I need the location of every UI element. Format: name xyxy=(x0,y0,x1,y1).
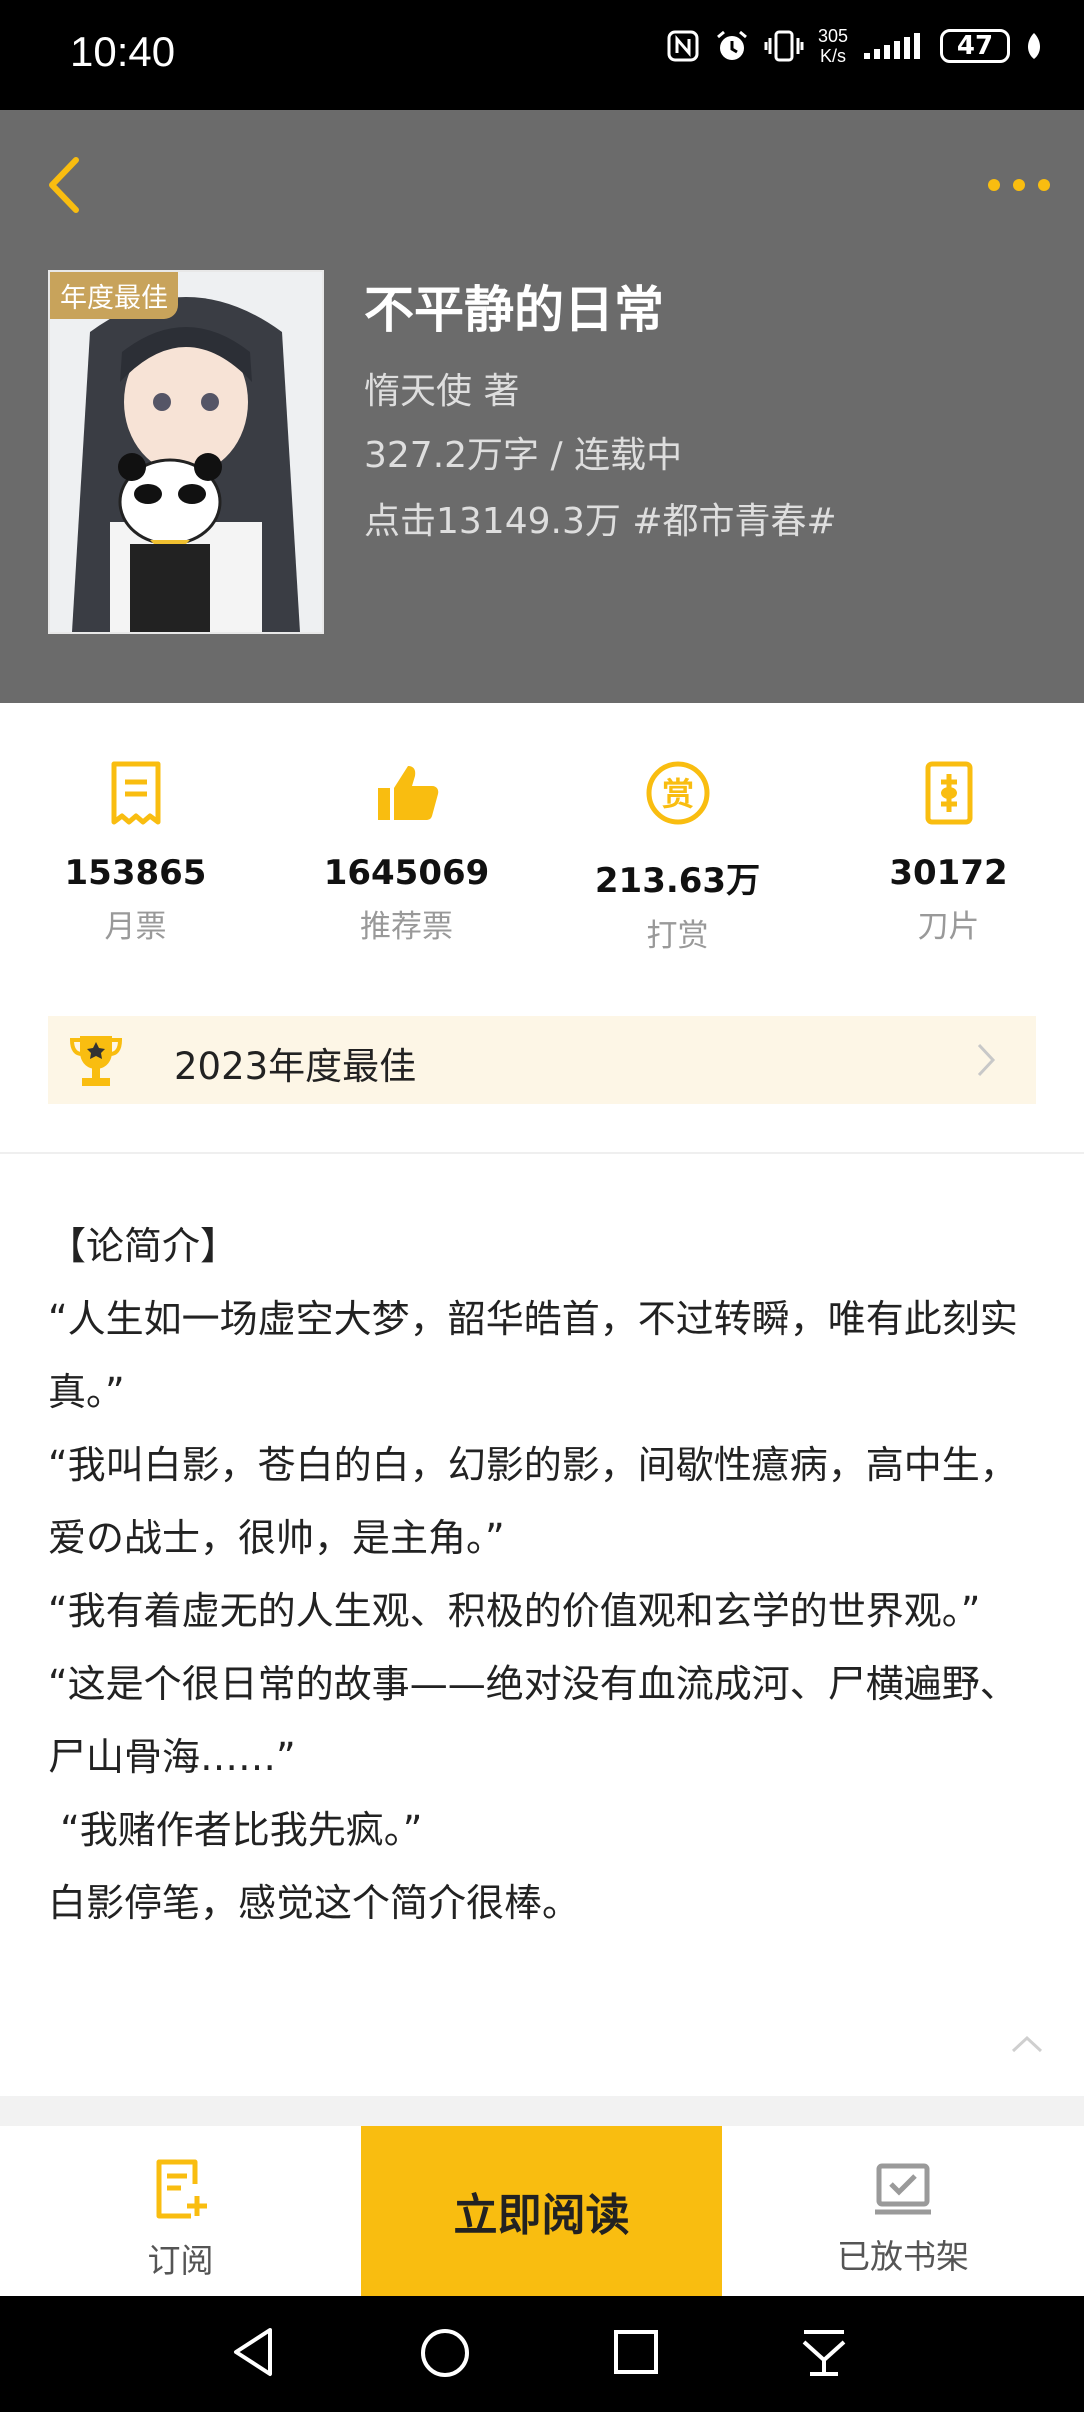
word-count-line: 327.2万字 / 连载中 xyxy=(364,435,683,476)
chevron-right-icon xyxy=(977,1043,996,1077)
bottom-action-bar: 订阅 立即阅读 已放书架 xyxy=(0,2126,1084,2296)
trophy-icon xyxy=(70,1036,122,1086)
leaf-icon xyxy=(1028,33,1040,59)
stats-row: 153865 月票 1645069 推荐票 赏 213.63万 打赏 30172… xyxy=(0,703,1084,993)
intro-line: 白影停笔，感觉这个简介很棒。 xyxy=(48,1881,581,1925)
signal-icon xyxy=(864,33,920,59)
nfc-icon xyxy=(667,30,699,62)
award-badge: 年度最佳 xyxy=(50,272,178,319)
book-intro: 【论简介】 “人生如一场虚空大梦，韶华皓首，不过转瞬，唯有此刻实真。” “我叫白… xyxy=(48,1210,1048,1940)
read-now-button[interactable]: 立即阅读 xyxy=(361,2126,722,2296)
award-text: 2023年度最佳 xyxy=(174,1045,417,1088)
cover-illustration xyxy=(50,272,322,632)
alarm-icon xyxy=(716,30,747,60)
subscribe-button[interactable]: 订阅 xyxy=(0,2126,361,2296)
stat-monthly-ticket[interactable]: 153865 月票 xyxy=(0,753,271,946)
vibrate-icon xyxy=(764,30,804,62)
award-banner[interactable]: 2023年度最佳 xyxy=(48,1016,1036,1104)
author-line[interactable]: 惰天使 著 xyxy=(364,362,519,414)
book-header: 年度最佳 不平静的日常 惰天使 著 327.2万字 / 连载中 点击13149.… xyxy=(0,110,1084,703)
nav-home-icon[interactable] xyxy=(418,2326,472,2380)
clicks-tag-line: 点击13149.3万 #都市青春# xyxy=(364,501,837,542)
stat-recommend[interactable]: 1645069 推荐票 xyxy=(271,753,542,946)
back-arrow-icon[interactable] xyxy=(42,150,92,220)
book-title: 不平静的日常 xyxy=(364,281,664,339)
svg-text:赏: 赏 xyxy=(661,775,693,813)
system-nav-bar xyxy=(0,2296,1084,2412)
intro-line: “人生如一场虚空大梦，韶华皓首，不过转瞬，唯有此刻实真。” xyxy=(48,1297,1018,1414)
intro-line: “我赌作者比我先疯。” xyxy=(48,1808,423,1852)
stat-reward[interactable]: 赏 213.63万 打赏 xyxy=(542,753,813,955)
status-icons: 305 K/s 47 xyxy=(666,26,1044,66)
subscribe-icon xyxy=(156,2159,207,2219)
nav-back-icon[interactable] xyxy=(230,2326,278,2378)
intro-line: “这是个很日常的故事——绝对没有血流成河、尸横遍野、尸山骨海……” xyxy=(48,1662,1018,1779)
intro-line: “我叫白影，苍白的白，幻影的影，间歇性癔病，高中生，爱の战士，很帅，是主角。” xyxy=(48,1443,1018,1560)
net-speed: 305 K/s xyxy=(817,26,848,66)
status-time: 10:40 xyxy=(70,28,176,75)
intro-line: “我有着虚无的人生观、积极的价值观和玄学的世界观。” xyxy=(48,1589,981,1633)
bookshelf-check-icon xyxy=(875,2163,931,2215)
bottom-separator xyxy=(0,2096,1084,2126)
stat-blade[interactable]: 30172 刀片 xyxy=(813,753,1084,946)
status-bar: 10:40 305 K/s 47 xyxy=(0,0,1084,110)
more-options-icon[interactable] xyxy=(984,170,1054,200)
monthly-ticket-icon xyxy=(111,761,160,825)
reward-icon: 赏 xyxy=(646,761,709,825)
thumbs-up-icon xyxy=(377,766,438,820)
collapse-up-icon[interactable] xyxy=(1010,2034,1044,2054)
nav-dropdown-icon[interactable] xyxy=(800,2326,848,2378)
section-divider xyxy=(0,1152,1084,1154)
nav-recents-icon[interactable] xyxy=(612,2326,660,2378)
intro-line: 【论简介】 xyxy=(48,1224,239,1268)
on-shelf-button[interactable]: 已放书架 xyxy=(722,2126,1084,2296)
blade-icon xyxy=(925,761,972,825)
book-cover[interactable]: 年度最佳 xyxy=(50,272,322,632)
battery-indicator: 47 xyxy=(940,29,1010,63)
